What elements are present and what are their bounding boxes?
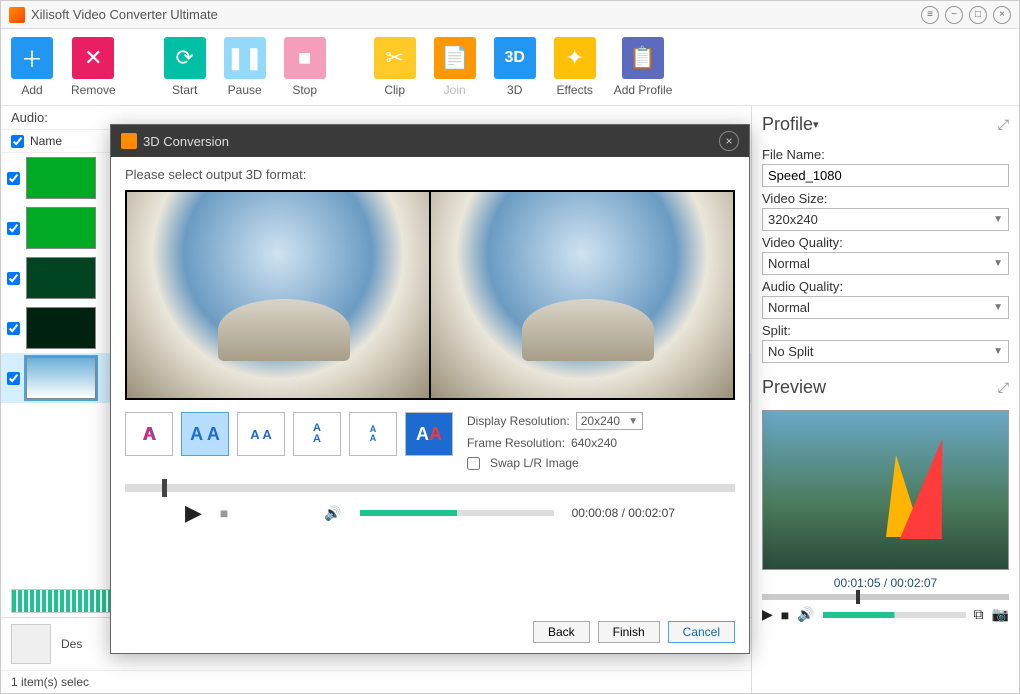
stop-icon[interactable]: ■ — [781, 607, 789, 623]
dialog-stop-icon[interactable]: ■ — [220, 505, 228, 521]
play-icon[interactable]: ▶ — [762, 606, 773, 623]
profile-panel: Profile▾⤢ File Name: Video Size: 320x240… — [751, 106, 1019, 693]
dialog-icon — [121, 133, 137, 149]
toolbar: ＋Add ✕Remove ⟳Start ❚❚Pause ■Stop ✂Clip … — [1, 29, 1019, 106]
destination-label: Des — [61, 637, 82, 651]
minimize-icon[interactable]: − — [945, 6, 963, 24]
start-button[interactable]: ⟳Start — [164, 37, 206, 97]
expand-icon[interactable]: ⤢ — [998, 379, 1009, 396]
pause-button[interactable]: ❚❚Pause — [224, 37, 266, 97]
left-eye-preview — [127, 192, 429, 398]
destination-icon[interactable] — [11, 624, 51, 664]
file-name-label: File Name: — [762, 147, 1009, 162]
expand-icon[interactable]: ⤢ — [998, 116, 1009, 133]
format-interleaved[interactable]: AA — [405, 412, 453, 456]
frame-res-value: 640x240 — [571, 436, 617, 450]
dialog-prompt: Please select output 3D format: — [125, 167, 735, 182]
cancel-button[interactable]: Cancel — [668, 621, 735, 643]
item-checkbox[interactable] — [7, 272, 20, 285]
frame-res-label: Frame Resolution: — [467, 436, 565, 450]
add-profile-button[interactable]: 📋Add Profile — [614, 37, 673, 97]
dialog-volume-slider[interactable] — [360, 510, 554, 516]
add-button[interactable]: ＋Add — [11, 37, 53, 97]
thumbnail — [26, 207, 96, 249]
thumbnail — [26, 157, 96, 199]
maximize-icon[interactable]: □ — [969, 6, 987, 24]
preview-slider[interactable] — [762, 594, 1009, 600]
item-checkbox[interactable] — [7, 172, 20, 185]
format-side-by-side[interactable]: A A — [181, 412, 229, 456]
titlebar: Xilisoft Video Converter Ultimate ≡ − □ … — [1, 1, 1019, 29]
settings-icon[interactable]: ≡ — [921, 6, 939, 24]
format-anaglyph[interactable]: A — [125, 412, 173, 456]
thumbnail — [26, 257, 96, 299]
split-label: Split: — [762, 323, 1009, 338]
dialog-time: 00:00:08 / 00:02:07 — [572, 506, 675, 520]
format-options: A A A A A AA AA AA — [125, 412, 453, 456]
finish-button[interactable]: Finish — [598, 621, 660, 643]
format-top-bottom-half[interactable]: AA — [349, 412, 397, 456]
back-button[interactable]: Back — [533, 621, 590, 643]
effects-button[interactable]: ✦Effects — [554, 37, 596, 97]
clip-button[interactable]: ✂Clip — [374, 37, 416, 97]
video-size-select[interactable]: 320x240▼ — [762, 208, 1009, 231]
item-checkbox[interactable] — [7, 372, 20, 385]
remove-button[interactable]: ✕Remove — [71, 37, 116, 97]
close-icon[interactable]: × — [993, 6, 1011, 24]
swap-lr-checkbox[interactable] — [467, 457, 480, 470]
format-top-bottom[interactable]: AA — [293, 412, 341, 456]
video-quality-select[interactable]: Normal▼ — [762, 252, 1009, 275]
camera-icon[interactable]: 📷 — [992, 606, 1009, 623]
item-checkbox[interactable] — [7, 322, 20, 335]
audio-quality-label: Audio Quality: — [762, 279, 1009, 294]
preview-time: 00:01:05 / 00:02:07 — [762, 576, 1009, 590]
volume-icon[interactable]: 🔊 — [797, 606, 814, 623]
dialog-volume-icon[interactable]: 🔊 — [324, 505, 341, 522]
3d-preview — [125, 190, 735, 400]
snapshot-icon[interactable]: ⧉ — [974, 606, 984, 623]
right-eye-preview — [431, 192, 733, 398]
3d-button[interactable]: 3D3D — [494, 37, 536, 97]
stop-button[interactable]: ■Stop — [284, 37, 326, 97]
thumbnail — [26, 307, 96, 349]
name-column-header: Name — [30, 134, 62, 148]
dialog-play-icon[interactable]: ▶ — [185, 500, 202, 526]
preview-title: Preview⤢ — [762, 377, 1009, 398]
profile-title[interactable]: Profile▾⤢ — [762, 114, 1009, 135]
thumbnail — [26, 357, 96, 399]
dialog-close-icon[interactable]: × — [719, 131, 739, 151]
volume-slider[interactable] — [823, 612, 966, 618]
audio-label: Audio: — [11, 110, 48, 125]
app-title: Xilisoft Video Converter Ultimate — [31, 7, 218, 22]
status-bar: 1 item(s) selec — [1, 670, 751, 693]
item-checkbox[interactable] — [7, 222, 20, 235]
audio-quality-select[interactable]: Normal▼ — [762, 296, 1009, 319]
video-quality-label: Video Quality: — [762, 235, 1009, 250]
split-select[interactable]: No Split▼ — [762, 340, 1009, 363]
video-size-label: Video Size: — [762, 191, 1009, 206]
join-button[interactable]: 📄Join — [434, 37, 476, 97]
display-res-label: Display Resolution: — [467, 414, 570, 428]
preview-viewport — [762, 410, 1009, 570]
file-name-input[interactable] — [762, 164, 1009, 187]
dialog-seek-slider[interactable] — [125, 484, 735, 492]
select-all-checkbox[interactable] — [11, 135, 24, 148]
display-res-select[interactable]: 20x240▼ — [576, 412, 643, 430]
format-side-by-side-half[interactable]: A A — [237, 412, 285, 456]
3d-conversion-dialog: 3D Conversion × Please select output 3D … — [110, 124, 750, 654]
app-logo-icon — [9, 7, 25, 23]
dialog-titlebar: 3D Conversion × — [111, 125, 749, 157]
swap-lr-label: Swap L/R Image — [490, 456, 579, 470]
dialog-title: 3D Conversion — [143, 134, 229, 149]
